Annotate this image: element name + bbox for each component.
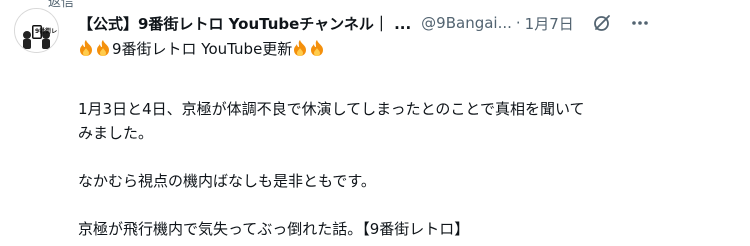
more-icon[interactable] <box>630 13 650 33</box>
tweet-paragraph: なかむら視点の機内ばなしも是非ともです。 <box>78 172 376 190</box>
tweet-date[interactable]: 1月7日 <box>525 13 574 34</box>
tweet-paragraph-line: みました。 <box>78 124 154 142</box>
tweet-body: 9番街レトロ YouTube更新 1月3日と4日、京極が体調不良で休演してしまっ… <box>78 37 738 241</box>
display-name[interactable]: 【公式】9番街レトロ YouTubeチャンネル｜ ... <box>78 13 411 34</box>
tweet-paragraph-line: 1月3日と4日、京極が体調不良で休演してしまったとのことで真相を聞いて <box>78 100 585 118</box>
user-handle[interactable]: @9Bangai... <box>421 14 512 32</box>
fire-emoji-icon <box>294 40 307 56</box>
grok-icon[interactable] <box>592 13 612 33</box>
fire-emoji-icon <box>80 40 92 56</box>
avatar-logo-text: 9番街レトロ <box>35 27 58 35</box>
tweet-paragraph: 京極が飛行機内で気失ってぶっ倒れた話。【9番街レトロ】 <box>78 220 470 238</box>
avatar-image: 9番街レトロ <box>15 9 58 52</box>
tweet-header: 【公式】9番街レトロ YouTubeチャンネル｜ ... @9Bangai...… <box>78 11 742 35</box>
headline-text: 9番街レトロ YouTube更新 <box>112 40 293 58</box>
tweet-headline: 9番街レトロ YouTube更新 <box>78 37 738 61</box>
fire-emoji-icon <box>311 40 324 56</box>
fire-emoji-icon <box>97 40 109 56</box>
avatar[interactable]: 9番街レトロ <box>14 8 59 53</box>
separator-dot: · <box>515 14 521 32</box>
tweet-card[interactable]: 返信 9番街レトロ 【公式】9番街レトロ YouTubeチャンネル｜ ... @… <box>0 0 750 246</box>
